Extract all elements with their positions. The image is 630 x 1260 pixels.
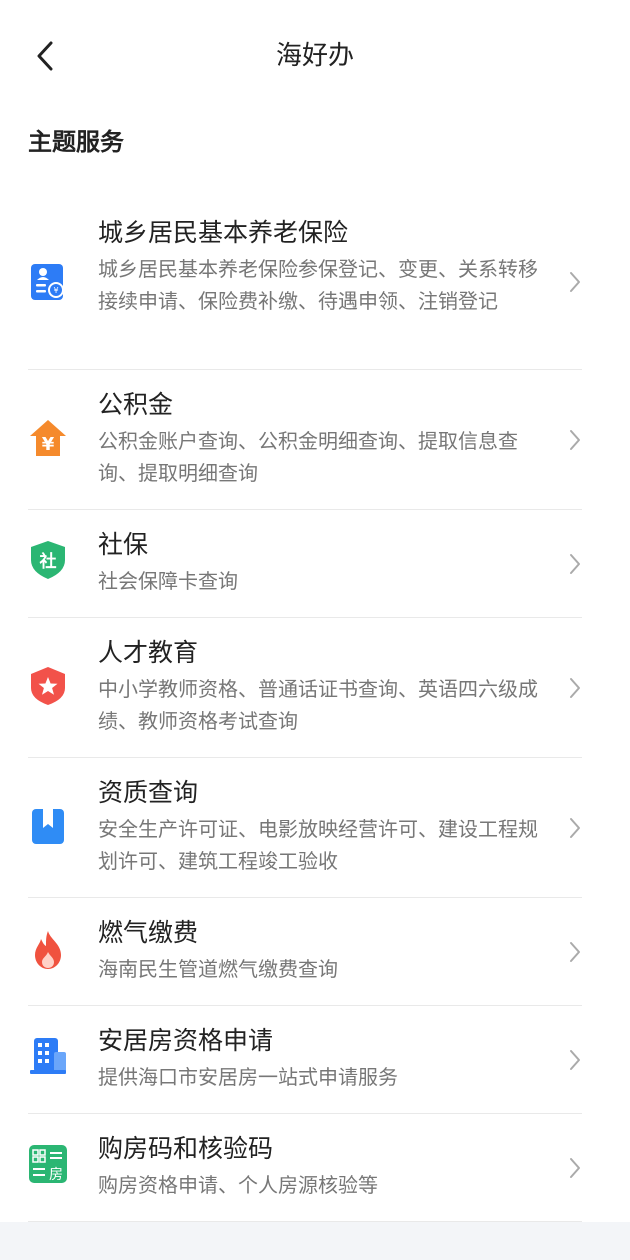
house-yuan-icon: ¥ xyxy=(30,420,66,456)
section-title: 主题服务 xyxy=(28,128,124,156)
bottom-bar xyxy=(0,1222,630,1260)
service-desc: 城乡居民基本养老保险参保登记、变更、关系转移接续申请、保险费补缴、待遇申领、注销… xyxy=(98,257,538,313)
service-desc: 社会保障卡查询 xyxy=(98,569,238,593)
qrcode-house-icon: 房 xyxy=(29,1145,67,1183)
service-item-talent-education[interactable]: 人才教育 中小学教师资格、普通话证书查询、英语四六级成绩、教师资格考试查询 xyxy=(0,618,630,758)
pension-card-icon: ¥ xyxy=(31,264,64,300)
service-item-house-purchase-code[interactable]: 房 购房码和核验码 购房资格申请、个人房源核验等 xyxy=(0,1114,630,1222)
service-desc: 海南民生管道燃气缴费查询 xyxy=(98,957,338,981)
chevron-right-icon xyxy=(570,678,580,698)
chevron-right-icon xyxy=(570,272,580,292)
service-item-qualification[interactable]: 资质查询 安全生产许可证、电影放映经营许可、建设工程规划许可、建筑工程竣工验收 xyxy=(0,758,630,898)
chevron-right-icon xyxy=(570,554,580,574)
service-title: 人才教育 xyxy=(98,638,199,667)
service-desc: 提供海口市安居房一站式申请服务 xyxy=(98,1065,398,1089)
service-item-social-security[interactable]: 社 社保 社会保障卡查询 xyxy=(0,510,630,618)
chevron-right-icon xyxy=(570,942,580,962)
service-desc: 安全生产许可证、电影放映经营许可、建设工程规划许可、建筑工程竣工验收 xyxy=(98,817,538,873)
nav-bar: 海好办 xyxy=(0,0,630,110)
shield-she-icon: 社 xyxy=(31,541,65,579)
service-desc: 中小学教师资格、普通话证书查询、英语四六级成绩、教师资格考试查询 xyxy=(98,677,538,733)
svg-text:¥: ¥ xyxy=(42,434,55,455)
svg-text:社: 社 xyxy=(39,551,57,572)
service-title: 城乡居民基本养老保险 xyxy=(98,218,349,247)
chevron-right-icon xyxy=(570,1158,580,1178)
service-item-pension[interactable]: ¥ 城乡居民基本养老保险 城乡居民基本养老保险参保登记、变更、关系转移接续申请、… xyxy=(0,200,630,370)
service-item-affordable-housing[interactable]: 安居房资格申请 提供海口市安居房一站式申请服务 xyxy=(0,1006,630,1114)
chevron-right-icon xyxy=(570,818,580,838)
service-title: 购房码和核验码 xyxy=(98,1134,274,1163)
shield-star-icon xyxy=(31,667,65,705)
service-title: 社保 xyxy=(98,530,149,559)
service-item-gas-payment[interactable]: 燃气缴费 海南民生管道燃气缴费查询 xyxy=(0,898,630,1006)
flame-icon xyxy=(35,931,61,969)
svg-text:房: 房 xyxy=(49,1167,63,1183)
service-item-housing-fund[interactable]: ¥ 公积金 公积金账户查询、公积金明细查询、提取信息查询、提取明细查询 xyxy=(0,370,630,510)
building-icon xyxy=(30,1038,66,1074)
service-title: 资质查询 xyxy=(98,778,199,807)
service-desc: 公积金账户查询、公积金明细查询、提取信息查询、提取明细查询 xyxy=(98,429,518,485)
chevron-right-icon xyxy=(570,1050,580,1070)
service-desc: 购房资格申请、个人房源核验等 xyxy=(98,1173,378,1197)
chevron-right-icon xyxy=(570,430,580,450)
service-title: 公积金 xyxy=(98,390,174,419)
page-title: 海好办 xyxy=(275,41,354,71)
bookmark-icon xyxy=(32,809,64,844)
svg-text:¥: ¥ xyxy=(53,286,58,295)
service-title: 安居房资格申请 xyxy=(98,1026,274,1055)
service-title: 燃气缴费 xyxy=(98,918,199,947)
